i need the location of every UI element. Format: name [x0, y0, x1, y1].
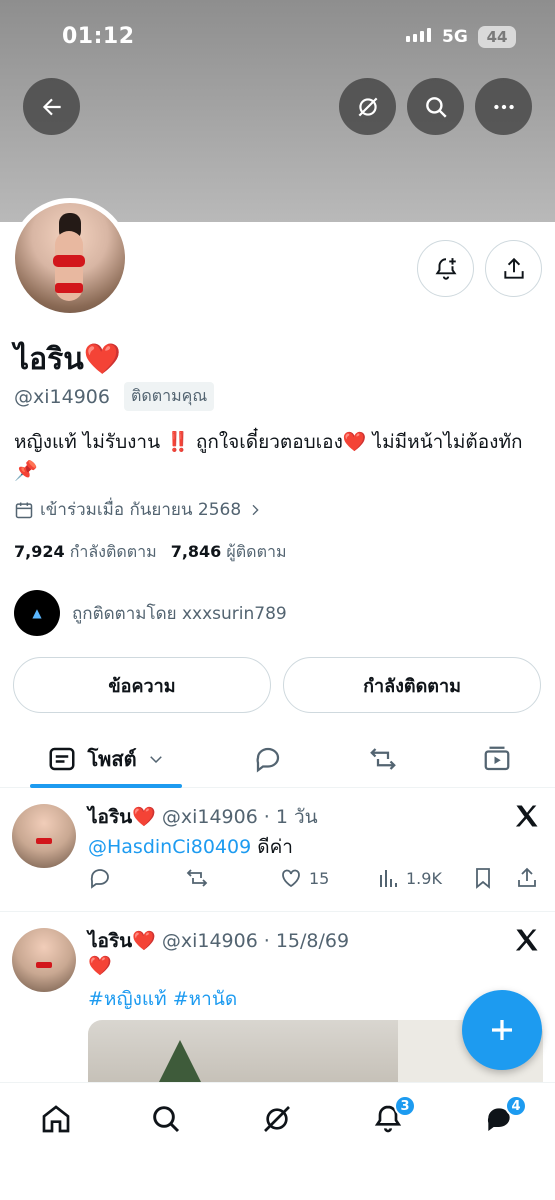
post-author-handle: @xi14906: [161, 930, 258, 952]
message-button[interactable]: ข้อความ: [13, 657, 271, 713]
following-count: 7,924: [14, 542, 65, 561]
tab-indicator: [30, 784, 182, 788]
bookmark-button[interactable]: [471, 866, 495, 890]
profile-handle: @xi14906: [14, 385, 110, 408]
follower-avatar: ▲: [14, 590, 60, 636]
nav-messages[interactable]: 4: [479, 1095, 527, 1139]
post-author-handle: @xi14906: [161, 806, 258, 828]
joined-label: เข้าร่วมเมื่อ กันยายน 2568: [40, 500, 242, 520]
followed-by[interactable]: ▲ ถูกติดตามโดย xxxsurin789: [14, 590, 287, 636]
chevron-down-icon: [149, 756, 162, 764]
like-button[interactable]: 15: [279, 866, 329, 890]
compose-button[interactable]: [462, 990, 542, 1070]
search-button[interactable]: [407, 78, 464, 135]
network-type: 5G: [442, 27, 468, 47]
handle-row: @xi14906 ติดตามคุณ: [14, 382, 215, 411]
x-logo-icon: [515, 805, 538, 827]
post-actions: 15 1.9K: [88, 866, 543, 896]
followed-by-text: ถูกติดตามโดย xxxsurin789: [72, 603, 287, 624]
bell-plus-icon: [435, 257, 456, 280]
plus-icon: [492, 1020, 512, 1040]
notifications-badge: 3: [394, 1095, 416, 1117]
search-icon: [153, 1106, 180, 1133]
repost-icon: [370, 748, 396, 770]
view-count: 1.9K: [406, 868, 442, 888]
followers-label: ผู้ติดตาม: [226, 542, 287, 561]
post-hashtags[interactable]: #หญิงแท้ #หานัด: [88, 984, 237, 1014]
bookmark-icon: [476, 868, 490, 889]
follow-counts: 7,924 กำลังติดตาม 7,846 ผู้ติดตาม: [14, 540, 286, 565]
reply-button[interactable]: [88, 866, 112, 890]
profile-bio: หญิงแท้ ไม่รับงาน ‼️ ถูกใจเดี๋ยวตอบเอง❤️…: [14, 431, 523, 482]
tab-media[interactable]: [477, 730, 517, 788]
posts-icon: [49, 747, 75, 771]
share-icon: [503, 257, 524, 279]
bottom-nav: 3 4: [0, 1082, 555, 1200]
more-icon: [493, 104, 514, 109]
profile-name: ไอริน❤️: [14, 342, 122, 377]
home-icon: [42, 1105, 70, 1133]
like-count: 15: [309, 868, 330, 888]
grok-button[interactable]: [339, 78, 396, 135]
profile-tabs: โพสต์: [0, 730, 555, 788]
post-author-name[interactable]: ไอริน❤️: [88, 926, 156, 956]
battery-icon: 44: [478, 26, 516, 48]
post-header: ไอริน❤️ @xi14906 · 15/8/69: [88, 926, 349, 956]
grok-icon: [264, 1106, 290, 1132]
post-mention[interactable]: @HasdinCi80409: [88, 836, 251, 858]
post-body: ดีค่า: [257, 836, 293, 858]
profile-avatar[interactable]: [10, 198, 130, 318]
tab-replies[interactable]: [248, 730, 288, 788]
followers-count: 7,846: [170, 542, 222, 561]
tab-posts[interactable]: โพสต์: [30, 730, 182, 788]
post-avatar[interactable]: [12, 804, 76, 868]
share-icon: [518, 867, 536, 887]
following-count-link[interactable]: 7,924 กำลังติดตาม: [14, 540, 157, 565]
post-author-name[interactable]: ไอริน❤️: [88, 802, 156, 832]
repost-icon: [186, 869, 208, 887]
status-bar: 01:12 5G 44: [0, 22, 555, 52]
more-button[interactable]: [475, 78, 532, 135]
following-button[interactable]: กำลังติดตาม: [283, 657, 541, 713]
back-button[interactable]: [23, 78, 80, 135]
chevron-right-icon: [252, 504, 259, 515]
video-icon: [484, 746, 510, 771]
post-text: @HasdinCi80409 ดีค่า: [88, 832, 293, 862]
notify-button[interactable]: [417, 240, 474, 297]
share-post-button[interactable]: [515, 866, 539, 890]
nav-notifications[interactable]: 3: [368, 1095, 416, 1139]
post-time: 1 วัน: [275, 806, 318, 828]
views-button[interactable]: 1.9K: [376, 866, 442, 890]
post-body: ❤️: [88, 955, 112, 977]
post-time: 15/8/69: [275, 930, 350, 952]
following-label: กำลังติดตาม: [69, 542, 157, 561]
calendar-icon: [15, 502, 33, 518]
views-icon: [380, 870, 397, 887]
follows-you-badge: ติดตามคุณ: [123, 382, 215, 411]
tab-posts-label: โพสต์: [87, 747, 137, 771]
x-logo-icon: [515, 929, 538, 951]
grok-icon: [358, 97, 377, 116]
messages-badge: 4: [505, 1095, 527, 1117]
share-button[interactable]: [485, 240, 542, 297]
nav-search[interactable]: [146, 1099, 186, 1139]
tab-reposts[interactable]: [363, 730, 403, 788]
status-time: 01:12: [62, 24, 135, 49]
joined-date[interactable]: เข้าร่วมเมื่อ กันยายน 2568: [14, 496, 263, 523]
nav-grok[interactable]: [257, 1099, 297, 1139]
arrow-left-icon: [42, 98, 61, 115]
reply-icon: [256, 747, 280, 773]
heart-icon: [282, 869, 300, 888]
nav-home[interactable]: [36, 1099, 76, 1139]
post-avatar[interactable]: [12, 928, 76, 992]
followers-count-link[interactable]: 7,846 ผู้ติดตาม: [171, 540, 287, 565]
reply-icon: [90, 869, 109, 889]
post-header: ไอริน❤️ @xi14906 · 1 วัน: [88, 802, 318, 832]
repost-button[interactable]: [185, 866, 209, 890]
signal-icon: [406, 28, 431, 42]
post-divider: [0, 911, 555, 912]
search-icon: [425, 96, 447, 118]
